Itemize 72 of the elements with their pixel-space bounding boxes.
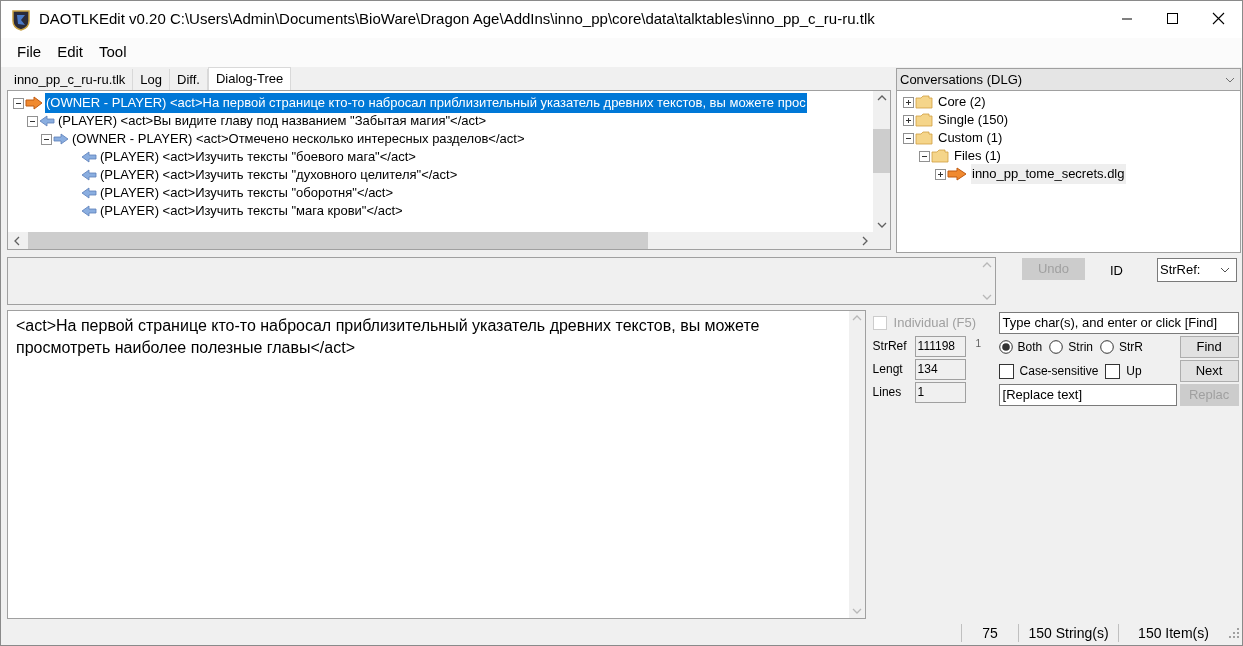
window-title: DAOTLKEdit v0.20 C:\Users\Admin\Documents\BioWare\Dragon Age\AddIns\inno_pp\core\data\talktables\inno_pp_c_ru-ru.tlk	[39, 9, 875, 30]
collapse-icon[interactable]	[41, 133, 52, 145]
resize-grip-icon[interactable]	[1228, 627, 1240, 639]
arrow-right-icon	[25, 96, 43, 110]
tab[interactable]: Dialog-Tree	[207, 67, 292, 90]
tree-item[interactable]: (PLAYER) <act>Изучить тексты "духовного целителя"</act>	[99, 165, 459, 185]
id-dropdown[interactable]: StrRef:	[1157, 258, 1237, 282]
menu-item[interactable]: Edit	[49, 41, 92, 64]
radio-label: Strin	[1068, 339, 1093, 356]
collapse-icon[interactable]	[903, 132, 914, 144]
replace-field[interactable]: [Replace text]	[998, 384, 1177, 406]
tree-item[interactable]: Custom (1)	[937, 128, 1004, 148]
radio-button[interactable]	[998, 340, 1013, 354]
horizontal-scrollbar[interactable]	[8, 232, 890, 249]
folder-icon	[915, 95, 933, 109]
arrow-left-icon	[81, 205, 97, 217]
vertical-scrollbar[interactable]	[873, 91, 890, 232]
text-field[interactable]: 111198	[914, 335, 966, 357]
collapse-icon[interactable]	[27, 115, 38, 127]
tree-item[interactable]: (PLAYER) <act>Изучить тексты "мага крови"</act>	[99, 201, 404, 221]
arrow-left-icon	[81, 169, 97, 181]
tree-item[interactable]: Core (2)	[937, 92, 987, 112]
dropdown-text: Conversations (DLG)	[900, 70, 1023, 89]
checkbox-label: Individual (F5)	[893, 314, 976, 333]
text-field[interactable]: 1	[914, 381, 966, 403]
field-label: Lines	[872, 384, 903, 401]
collapse-icon[interactable]	[13, 97, 24, 109]
id-label: ID	[1110, 262, 1123, 277]
radio-label: StrR	[1119, 339, 1143, 356]
checkbox-label: Case-sensitive	[1019, 363, 1099, 380]
radio-label: Both	[1017, 339, 1043, 356]
tree-item[interactable]: (PLAYER) <act>Изучить тексты "оборотня"</act>	[99, 183, 395, 203]
tree-item[interactable]: (OWNER - PLAYER) <act>Отмечено несколько интересных разделов</act>	[71, 129, 526, 149]
status-text: 150 Item(s)	[1138, 623, 1209, 643]
tree-item[interactable]: Single (150)	[937, 110, 1010, 130]
checkbox[interactable]	[998, 363, 1014, 379]
menu-item[interactable]: File	[9, 41, 50, 64]
menu-item[interactable]: Tool	[91, 41, 135, 64]
action-button[interactable]: Next	[1179, 360, 1239, 382]
arrow-left-icon	[39, 115, 55, 127]
line-marker: 1	[975, 337, 982, 348]
status-text: 150 String(s)	[1028, 623, 1109, 643]
search-field[interactable]: Type char(s), and enter or click [Find]	[998, 312, 1239, 334]
checkbox-label: Up	[1126, 363, 1142, 380]
tree-item[interactable]: Files (1)	[953, 146, 1002, 166]
arrow-left-icon	[81, 151, 97, 163]
shield-icon	[11, 8, 31, 31]
radio-button[interactable]	[1100, 340, 1114, 354]
field-label: Lengt	[872, 361, 904, 378]
arrow-right-icon	[947, 167, 967, 181]
field-label: StrRef	[872, 338, 908, 355]
expand-icon[interactable]	[903, 114, 914, 126]
tree-item[interactable]: inno_pp_tome_secrets.dlg	[971, 164, 1126, 184]
tree-item[interactable]: (PLAYER) <act>Изучить тексты "боевого мага"</act>	[99, 147, 417, 167]
tree-item[interactable]: (PLAYER) <act>Вы видите главу под названием "Забытая магия"</act>	[57, 111, 488, 131]
arrow-left-icon	[81, 187, 97, 199]
action-button[interactable]: Find	[1179, 336, 1239, 358]
expand-icon[interactable]	[935, 168, 946, 180]
expand-icon[interactable]	[903, 96, 914, 108]
arrow-right-icon	[53, 133, 69, 145]
folder-icon	[915, 113, 933, 127]
folder-icon	[915, 131, 933, 145]
dropdown-header[interactable]: Conversations (DLG)	[897, 69, 1240, 91]
checkbox[interactable]	[1105, 363, 1121, 379]
text-field[interactable]: 134	[914, 358, 966, 380]
tree-item[interactable]: (OWNER - PLAYER) <act>На первой странице кто-то набросал приблизительный указатель древних текстов, вы можете прос	[45, 93, 807, 113]
collapse-icon[interactable]	[919, 150, 930, 162]
text-field[interactable]	[7, 257, 996, 305]
status-text: 75	[982, 623, 998, 643]
chevron-down-icon	[1219, 265, 1231, 275]
folder-icon	[931, 149, 949, 163]
radio-button[interactable]	[1049, 340, 1064, 354]
